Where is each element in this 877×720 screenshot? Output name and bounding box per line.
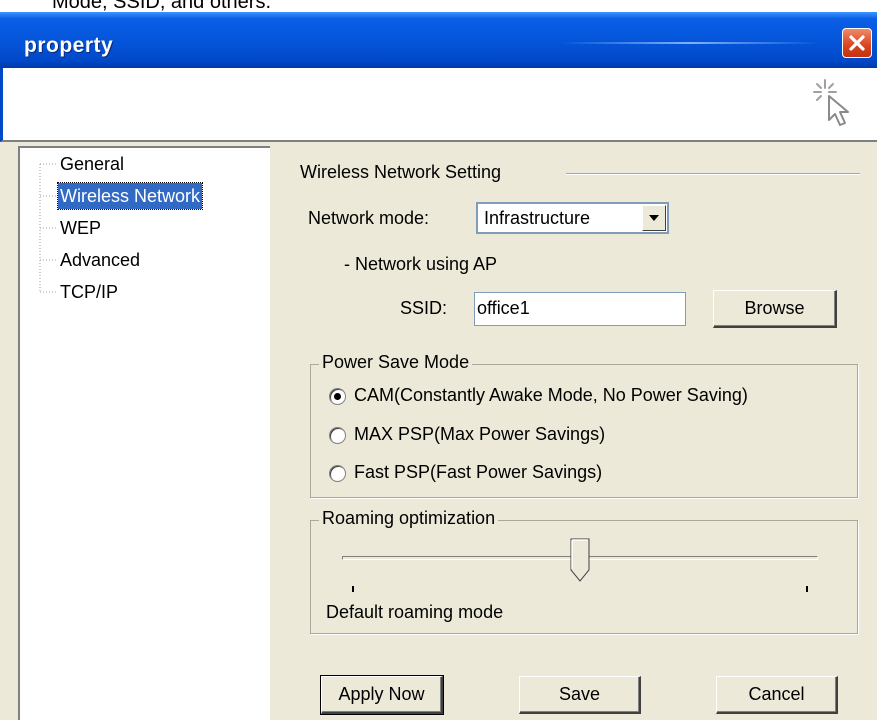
power-save-legend: Power Save Mode — [319, 352, 473, 373]
title-bar[interactable]: property — [0, 12, 877, 68]
wizard-cursor-icon — [813, 79, 849, 126]
browse-button[interactable]: Browse — [713, 290, 837, 328]
dropdown-arrow-icon — [649, 215, 659, 221]
wireless-settings-panel: Wireless Network Setting Network mode: I… — [270, 142, 877, 720]
save-button[interactable]: Save — [519, 676, 641, 714]
header-banner — [0, 68, 877, 142]
apply-now-button[interactable]: Apply Now — [320, 675, 444, 715]
window-title: property — [24, 34, 114, 57]
tree-item-wep[interactable]: WEP — [58, 215, 103, 241]
roaming-legend: Roaming optimization — [319, 508, 499, 529]
network-mode-select[interactable]: Infrastructure — [476, 202, 669, 234]
section-title: Wireless Network Setting — [300, 162, 502, 182]
cancel-button[interactable]: Cancel — [716, 676, 838, 714]
tree-connector-lines — [39, 163, 58, 293]
roaming-slider-thumb[interactable] — [570, 538, 590, 582]
ssid-label: SSID: — [400, 298, 448, 318]
radio-fast-psp-label[interactable]: Fast PSP(Fast Power Savings) — [354, 462, 602, 483]
slider-tick-min — [352, 586, 354, 592]
radio-cam[interactable] — [329, 388, 346, 405]
radio-fast-psp[interactable] — [329, 465, 346, 482]
tree-item-general[interactable]: General — [58, 151, 126, 177]
ssid-field[interactable] — [474, 292, 686, 326]
tree-item-wireless-network[interactable]: Wireless Network — [56, 182, 204, 210]
close-icon — [849, 35, 865, 51]
slider-tick-max — [806, 586, 808, 592]
tree-item-advanced[interactable]: Advanced — [58, 247, 142, 273]
network-mode-note: - Network using AP — [344, 254, 498, 274]
roaming-value-label: Default roaming mode — [326, 602, 504, 622]
network-mode-value: Infrastructure — [484, 208, 591, 228]
title-bar-highlight — [560, 42, 820, 44]
radio-max-psp-label[interactable]: MAX PSP(Max Power Savings) — [354, 424, 605, 445]
radio-cam-label[interactable]: CAM(Constantly Awake Mode, No Power Savi… — [354, 385, 748, 406]
close-button[interactable] — [842, 28, 872, 58]
radio-max-psp[interactable] — [329, 427, 346, 444]
dropdown-arrow-button[interactable] — [642, 205, 666, 231]
document-caption-fragment: Mode, SSID, and others. — [0, 0, 877, 12]
radio-selected-dot — [334, 393, 341, 400]
tree-item-tcp-ip[interactable]: TCP/IP — [58, 279, 120, 305]
document-caption-text: Mode, SSID, and others. — [52, 0, 272, 12]
network-mode-label: Network mode: — [308, 208, 430, 228]
ssid-input[interactable] — [477, 298, 677, 319]
section-divider — [566, 173, 860, 175]
settings-tree[interactable]: General Wireless Network WEP Advanced TC… — [18, 146, 270, 720]
